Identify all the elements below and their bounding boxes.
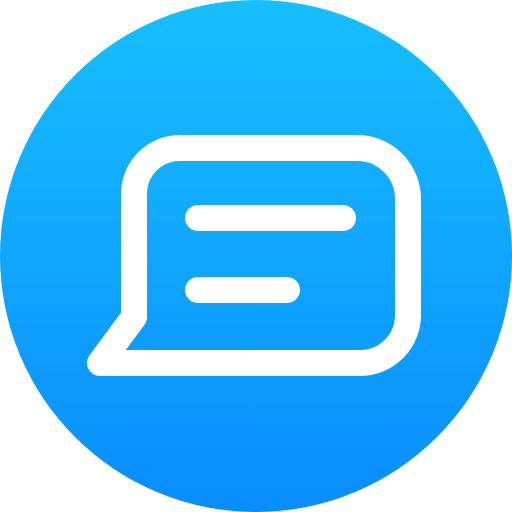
chat-message-icon[interactable]	[0, 0, 512, 512]
app-icon-canvas	[0, 0, 512, 512]
icon-background-circle	[0, 0, 512, 512]
